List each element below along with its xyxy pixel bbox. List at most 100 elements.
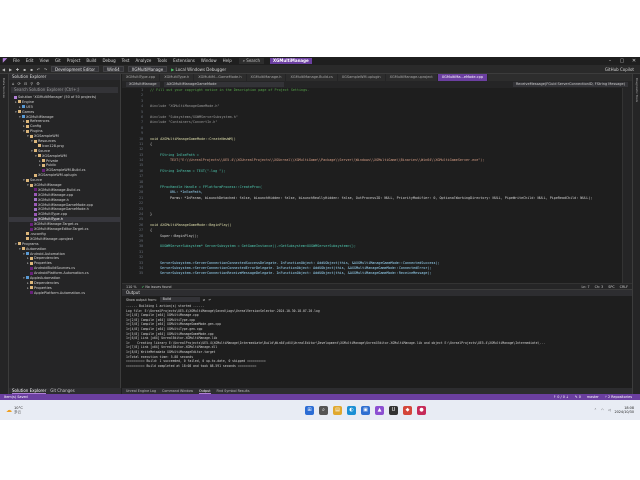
sync-icon[interactable]: ⟳ [18,81,21,86]
menu-item-window[interactable]: Window [198,57,220,65]
menu-item-project[interactable]: Project [64,57,84,65]
code-line[interactable]: ServerSubsystem->ServerConnectionReceive… [150,271,620,276]
document-tab[interactable]: XGMultiManage.h [247,74,287,81]
menu-item-edit[interactable]: Edit [23,57,37,65]
home-icon[interactable]: ⌂ [12,81,15,86]
word-wrap-icon[interactable]: ↵ [208,298,211,302]
tree-item-label: XGMultiManage.Target.cs [34,222,79,227]
tree-item[interactable]: ApplePlatform.Automation.cs [9,291,120,296]
folder-icon [26,129,29,133]
menu-item-help[interactable]: Help [220,57,235,65]
menu-item-test[interactable]: Test [119,57,133,65]
search-box[interactable]: ⌕ Search [238,58,265,64]
settings-icon[interactable]: ⚙ [36,81,40,86]
document-tab[interactable]: XGMultiType.cpp [122,74,161,81]
volume-icon[interactable]: ◁ [608,408,611,412]
right-tool-strip: Diagnostic Tools [632,74,640,394]
editor-scrollbar[interactable] [622,88,632,283]
edge-icon[interactable]: ◐ [347,405,356,415]
tree-item-label: XGMultiManageGameMode.cpp [38,202,94,207]
copilot-button[interactable]: GitHub Copilot [605,67,634,72]
type-scope-select[interactable]: AXGMultiManageGameMode [163,82,284,87]
files-icon[interactable]: ▤ [333,405,342,415]
menu-item-analyze[interactable]: Analyze [133,57,155,65]
clock[interactable]: 18:08 2024/10/30 [614,406,634,415]
member-scope-select[interactable]: ReceiveMessage(FGuid ServerConnectionID,… [512,82,628,87]
cpp-icon [34,193,37,197]
minimize-icon[interactable]: – [604,57,616,65]
data-sources-tab[interactable]: Data Sources [2,78,6,98]
clear-output-icon[interactable]: ⊘ [203,298,206,302]
project-scope-select[interactable]: XGMultiManage [126,82,160,87]
folder-icon [26,178,29,182]
tree-item-label: XGMultiManage.h [38,197,69,202]
start-icon[interactable]: ⊞ [305,405,314,415]
solution-name-badge: XGMultiManage [270,58,312,64]
search-icon[interactable]: ⌕ [319,405,328,415]
run-label: Local Windows Debugger [175,66,227,72]
tray-chevron-icon[interactable]: ⌃ [594,408,597,412]
zoom-level[interactable]: 110 % [126,285,136,289]
search-label: Search [246,58,261,63]
document-tab[interactable]: XGSampleWM.uplugin [338,74,386,81]
document-tab[interactable]: XGMultiM...GameMode.h [194,74,247,81]
save-all-icon[interactable]: ▪ [28,66,35,73]
tree-item-label: Resources [38,139,56,144]
proj-icon [22,105,25,109]
tree-item-label: Public [46,163,57,168]
menu-item-debug[interactable]: Debug [99,57,118,65]
network-icon[interactable]: ◠ [601,408,604,412]
tree-item-label: UE5 [26,104,33,109]
desktop-screen: ◤ File Edit View Git Project Build Debug Test An… [0,57,640,420]
code-area[interactable]: // Fill out your copyright notice in the… [150,88,620,283]
menu-item-build[interactable]: Build [83,57,99,65]
output-log[interactable]: ------ Building 1 action(s) started ----… [122,303,632,368]
configuration-select[interactable]: Development Editor [51,66,100,72]
menu-item-tools[interactable]: Tools [154,57,170,65]
tree-item-label: Games [22,109,35,114]
app-icon[interactable]: ◆ [403,405,412,415]
save-icon[interactable]: ▪ [21,66,28,73]
startup-project-select[interactable]: XGMultiManage [127,66,168,72]
folder-icon [18,110,21,114]
forward-icon[interactable]: ▶ [7,66,14,73]
run-debugger-button[interactable]: ▶ Local Windows Debugger [171,67,226,72]
unreal-icon[interactable]: U [389,405,398,415]
redo-icon[interactable]: ↷ [42,66,49,73]
code-line[interactable]: Parms: *InParam, bLaunchDetached: false,… [150,196,620,201]
visual-studio-icon[interactable]: ▲ [375,405,384,415]
status-item[interactable]: ↑ 0 / 0 ↓ [553,395,568,399]
status-item[interactable]: ⑂ 2 Repositories [605,395,632,399]
code-editor[interactable]: 1 2 3 4 5 6 7 8 9 10 11 12 13 14 15 16 17 18 19 20 21 22 23 24 2… [122,88,632,283]
new-file-icon[interactable]: ✚ [14,66,21,73]
menu-item-view[interactable]: View [36,57,52,65]
output-source-select[interactable]: Build [159,297,200,302]
diagnostic-tools-tab[interactable]: Diagnostic Tools [635,78,639,102]
status-item[interactable]: master [587,395,599,399]
menu-item-extensions[interactable]: Extensions [170,57,198,65]
status-item[interactable]: ✎ 0 [575,395,581,399]
folder-icon [30,183,33,187]
proj-icon [22,115,25,119]
document-tab[interactable]: XGMultiType.h [160,74,195,81]
check-icon: ✔ [141,284,145,289]
tree-item-label: Android.Automation [30,251,66,256]
app2-icon[interactable]: ● [417,405,426,415]
platform-select[interactable]: Win64 [103,66,124,72]
collapse-icon[interactable]: ⊟ [24,81,27,86]
document-tab[interactable]: XGMultiManage.uproject [386,74,438,81]
document-tab[interactable]: XGMultiManage.Build.cs [286,74,338,81]
store-icon[interactable]: ▣ [361,405,370,415]
maximize-icon[interactable]: ▢ [616,57,628,65]
filter-icon[interactable]: ⚲ [30,81,33,86]
back-icon[interactable]: ◀ [0,66,7,73]
line-ending[interactable]: CRLF [620,285,628,289]
weather-widget[interactable]: ☁ 10°C 多云 [0,406,60,415]
solution-tree: Solution 'XGMultiManage' (50 of 50 proje… [9,93,120,296]
menu-item-file[interactable]: File [10,57,23,65]
undo-icon[interactable]: ↶ [35,66,42,73]
whitespace-mode[interactable]: SPC [608,285,614,289]
close-icon[interactable]: ✕ [628,57,640,65]
menu-item-git[interactable]: Git [52,57,64,65]
document-tab[interactable]: XGMultiMa...eMode.cpp [437,74,489,81]
